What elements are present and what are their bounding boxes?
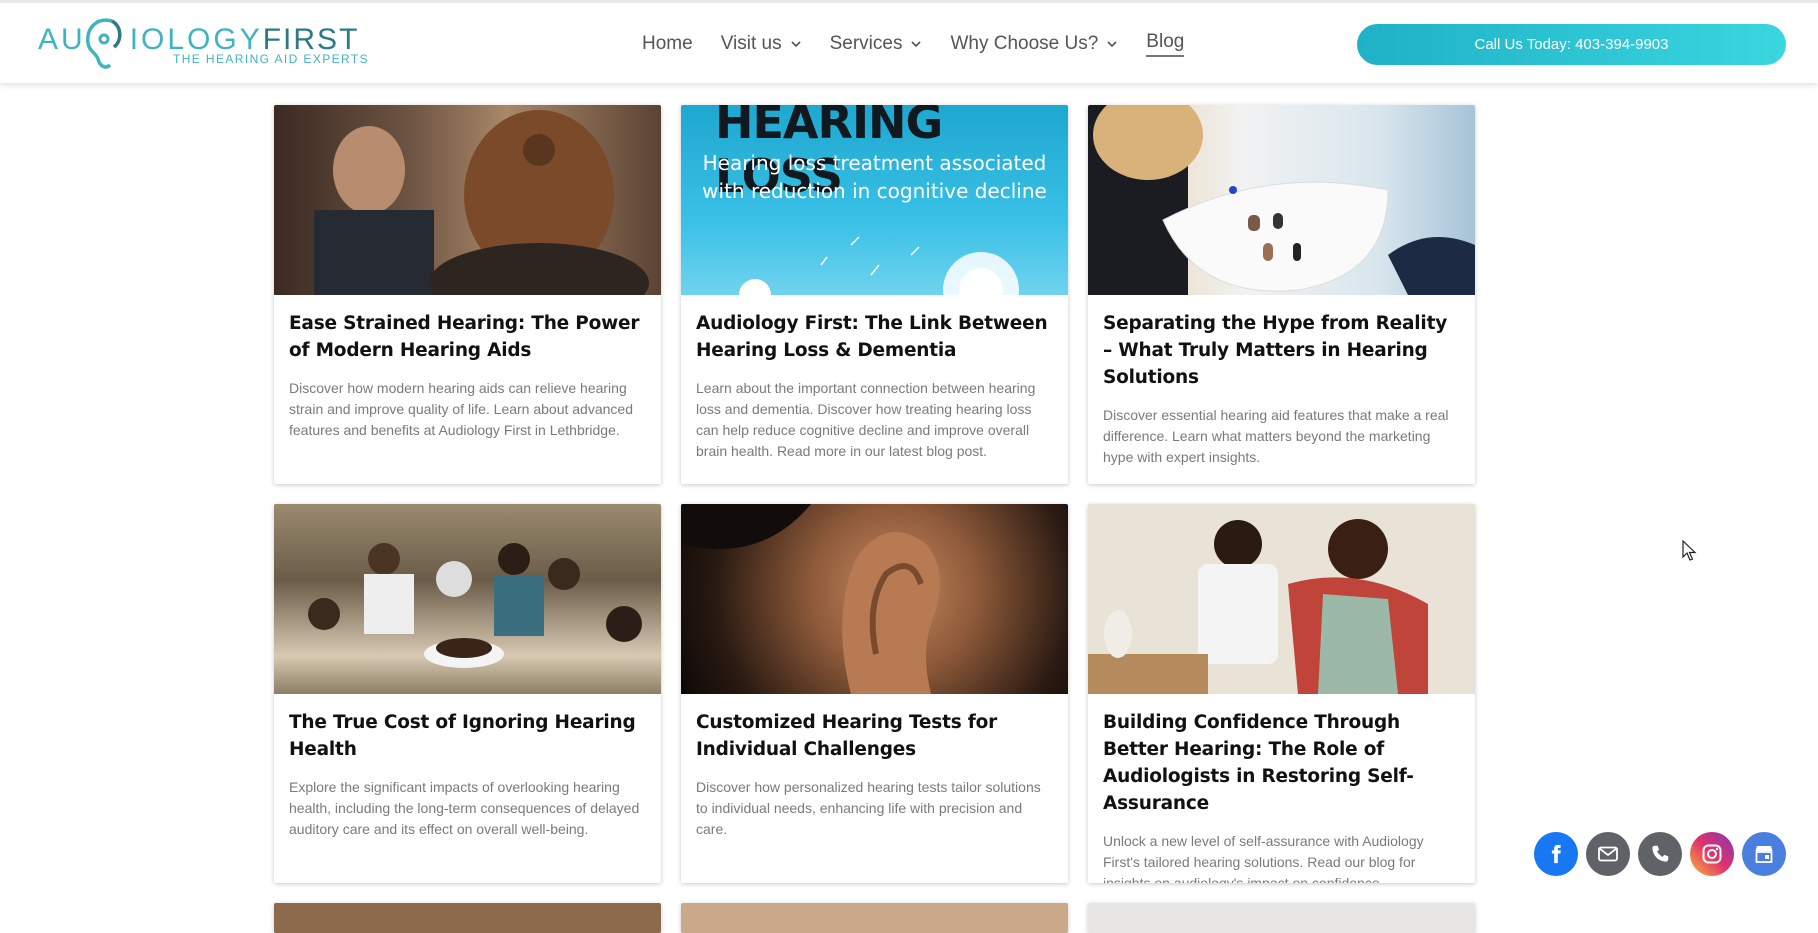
blog-card[interactable]: Building Confidence Through Better Heari… (1088, 504, 1475, 883)
post-excerpt: Unlock a new level of self-assurance wit… (1103, 833, 1424, 883)
post-image[interactable] (1088, 903, 1475, 933)
nav-why-choose-us-label: Why Choose Us? (950, 33, 1099, 54)
post-title[interactable]: The True Cost of Ignoring Hearing Health (289, 709, 646, 763)
blog-card[interactable]: HEARING LOSS Hearing loss treatment asso… (681, 105, 1068, 484)
post-excerpt: Discover how modern hearing aids can rel… (289, 380, 633, 438)
nav-blog[interactable]: Blog (1146, 31, 1185, 57)
post-image[interactable]: HEARING LOSS Hearing loss treatment asso… (681, 105, 1068, 295)
chevron-down-icon (1107, 41, 1117, 48)
email-icon[interactable] (1586, 832, 1630, 876)
post-image[interactable] (274, 504, 661, 694)
logo-tagline: THE HEARING AID EXPERTS (173, 52, 370, 66)
post-title[interactable]: Separating the Hype from Reality – What … (1103, 310, 1460, 391)
blog-card-partial[interactable] (681, 903, 1068, 933)
site-logo[interactable]: AU IOLOGYFIRST THE HEARING AID EXPERTS (38, 17, 368, 73)
post-image[interactable] (274, 105, 661, 295)
blog-card[interactable]: Ease Strained Hearing: The Power of Mode… (274, 105, 661, 484)
cooking-together-photo (1088, 504, 1475, 694)
post-image[interactable] (681, 903, 1068, 933)
post-title[interactable]: Audiology First: The Link Between Hearin… (696, 310, 1053, 364)
post-excerpt: Discover how personalized hearing tests … (696, 779, 1041, 837)
nav-services[interactable]: Services (830, 31, 923, 57)
couple-photo (314, 110, 649, 295)
chevron-down-icon (911, 41, 922, 48)
mouse-cursor-icon (1682, 540, 1697, 561)
social-bar (1534, 832, 1786, 876)
main-nav: Home Visit us Services Why Choose Us? Bl… (642, 31, 1212, 57)
dandelion-graphic (739, 236, 1019, 295)
nav-visit-us[interactable]: Visit us (721, 31, 802, 57)
post-image[interactable] (1088, 504, 1475, 694)
nav-why-choose-us[interactable]: Why Choose Us? (950, 31, 1118, 57)
nav-home[interactable]: Home (642, 31, 693, 57)
blog-card[interactable]: Separating the Hype from Reality – What … (1088, 105, 1475, 484)
post-image[interactable] (1088, 105, 1475, 295)
chevron-down-icon (791, 41, 801, 48)
blog-card[interactable]: The True Cost of Ignoring Hearing Health… (274, 504, 661, 883)
nav-home-label: Home (642, 33, 693, 54)
blog-card[interactable]: Customized Hearing Tests for Individual … (681, 504, 1068, 883)
post-title[interactable]: Ease Strained Hearing: The Power of Mode… (289, 310, 646, 364)
post-title[interactable]: Customized Hearing Tests for Individual … (696, 709, 1053, 763)
hearing-aid-tray-photo (1088, 105, 1475, 295)
family-birthday-photo (308, 543, 642, 668)
post-excerpt: Discover essential hearing aid features … (1103, 407, 1449, 465)
post-excerpt: Explore the significant impacts of overl… (289, 779, 640, 837)
ear-closeup-photo (681, 504, 940, 694)
nav-services-label: Services (829, 33, 903, 54)
instagram-icon[interactable] (1690, 832, 1734, 876)
logo-text-a: AU (38, 23, 86, 56)
site-header: AU IOLOGYFIRST THE HEARING AID EXPERTS Ho… (0, 0, 1818, 83)
ear-logo-icon (86, 18, 122, 69)
blog-card-partial[interactable] (274, 903, 661, 933)
call-us-button[interactable]: Call Us Today: 403-394-9903 (1357, 24, 1786, 65)
nav-visit-us-label: Visit us (720, 33, 782, 54)
blog-card-partial[interactable] (1088, 903, 1475, 933)
post-image[interactable] (681, 504, 1068, 694)
post-excerpt: Learn about the important connection bet… (696, 380, 1036, 459)
post-image[interactable] (274, 903, 661, 933)
nav-blog-label: Blog (1146, 31, 1185, 52)
phone-icon[interactable] (1638, 832, 1682, 876)
google-business-icon[interactable] (1742, 832, 1786, 876)
post-title[interactable]: Building Confidence Through Better Heari… (1103, 709, 1460, 817)
facebook-icon[interactable] (1534, 832, 1578, 876)
